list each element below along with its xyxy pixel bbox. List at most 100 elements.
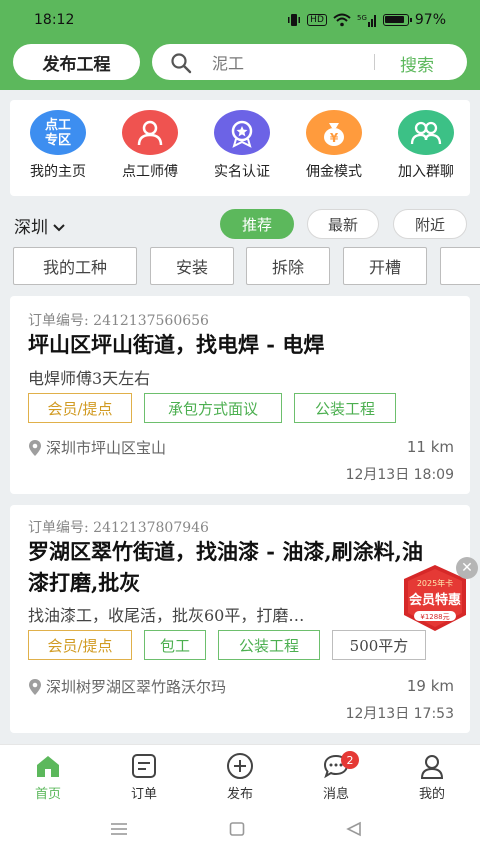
quick-link-label: 加入群聊 — [398, 164, 454, 180]
hd-label: HD — [307, 14, 327, 26]
order-location-text: 深圳市坪山区宝山 — [46, 439, 167, 457]
quick-link-label: 我的主页 — [30, 164, 86, 180]
tab-orders[interactable]: 订单 — [96, 753, 192, 802]
work-type-install[interactable]: 安装 — [150, 247, 234, 285]
work-type-my-trades[interactable]: 我的工种 — [13, 247, 137, 285]
sort-nearby-pill[interactable]: 附近 — [393, 209, 467, 239]
publish-project-button[interactable]: 发布工程 — [13, 44, 140, 80]
tab-label: 首页 — [34, 787, 61, 802]
quick-link-group-chat[interactable]: 加入群聊 — [378, 110, 474, 181]
work-type-grooving[interactable]: 开槽 — [343, 247, 427, 285]
bottom-tab-bar: 首页 订单 发布 消息 2 我的 — [0, 744, 480, 806]
search-input[interactable] — [212, 52, 362, 71]
work-type-label: 拆除 — [271, 258, 304, 277]
svg-text:¥: ¥ — [330, 131, 339, 145]
workers-icon — [122, 110, 178, 155]
order-location-text: 深圳树罗湖区翠竹路沃尔玛 — [46, 678, 227, 696]
order-number: 订单编号: 2412137807946 — [28, 520, 209, 536]
order-description: 找油漆工，收尾活，批灰60平，打磨… — [28, 606, 305, 625]
profile-icon — [420, 755, 444, 779]
order-description: 电焊师傅3天左右 — [28, 369, 151, 388]
city-label: 深圳 — [14, 218, 48, 238]
order-distance: 11 km — [406, 438, 454, 456]
order-tag: 承包方式面议 — [144, 393, 282, 423]
order-tag: 包工 — [144, 630, 206, 660]
order-icon — [132, 754, 156, 778]
work-type-more[interactable] — [440, 247, 480, 285]
svg-text:5G: 5G — [357, 14, 367, 22]
location-pin-icon — [29, 439, 41, 456]
battery-icon — [382, 14, 412, 26]
battery-percent: 97% — [414, 12, 446, 28]
order-distance: 19 km — [406, 677, 454, 695]
status-time: 18:12 — [34, 12, 75, 28]
work-type-row: 我的工种 安装 拆除 开槽 — [0, 247, 480, 287]
membership-promo-badge[interactable]: 2025年卡 会员特惠 ¥1288元 ✕ — [398, 557, 478, 633]
order-title: 罗湖区翠竹街道，找油漆 - 油漆,刷涂料,油漆打磨,批灰 — [28, 539, 423, 595]
home-nav-icon[interactable] — [229, 822, 245, 836]
dian-gong-zhuan-qu-badge-icon: 点工 专区 — [30, 110, 86, 155]
search-bar[interactable]: 搜索 — [152, 44, 467, 80]
home-icon — [37, 756, 59, 777]
location-pin-icon — [29, 678, 41, 695]
order-tag: 会员/提点 — [28, 393, 132, 423]
search-icon — [171, 53, 192, 74]
quick-link-my-homepage[interactable]: 点工 专区 我的主页 — [10, 110, 106, 181]
sort-label: 附近 — [414, 215, 445, 234]
promo-year: 2025年卡 — [416, 579, 454, 588]
order-title: 坪山区坪山街道，找电焊 - 电焊 — [28, 332, 325, 357]
signal-icon: 5G — [357, 14, 376, 27]
work-type-label: 我的工种 — [42, 258, 107, 277]
filter-row: 深圳 推荐 最新 附近 — [0, 205, 480, 241]
wifi-icon — [333, 13, 351, 27]
publish-plus-icon — [227, 753, 253, 779]
verified-badge-icon — [214, 110, 270, 155]
chevron-down-icon — [53, 224, 66, 232]
close-promo-button[interactable]: ✕ — [456, 557, 478, 579]
money-bag-icon: ¥ — [306, 110, 362, 155]
search-divider — [374, 54, 375, 70]
publish-project-label: 发布工程 — [42, 54, 111, 75]
quick-link-workers[interactable]: 点工师傅 — [102, 110, 198, 181]
quick-link-label: 点工师傅 — [122, 164, 178, 180]
quick-links-card: 点工 专区 我的主页 点工师傅 实名认证 ¥ 佣金模式 加入群聊 — [10, 100, 470, 196]
work-type-demolition[interactable]: 拆除 — [246, 247, 330, 285]
menu-nav-icon[interactable] — [110, 822, 128, 836]
order-tag: 公装工程 — [218, 630, 320, 660]
order-tag: 500平方 — [332, 630, 426, 660]
quick-link-verification[interactable]: 实名认证 — [194, 110, 290, 181]
quick-link-commission[interactable]: ¥ 佣金模式 — [286, 110, 382, 181]
group-chat-icon — [398, 110, 454, 155]
quick-link-label: 实名认证 — [214, 164, 270, 180]
status-icons: HD 5G 97% — [287, 12, 446, 28]
tab-label: 消息 — [322, 787, 349, 802]
tab-home[interactable]: 首页 — [0, 753, 96, 802]
order-number: 订单编号: 2412137560656 — [28, 313, 209, 329]
sort-latest-pill[interactable]: 最新 — [307, 209, 379, 239]
tab-label: 发布 — [226, 787, 253, 802]
city-selector[interactable]: 深圳 — [14, 213, 66, 238]
order-card[interactable]: 订单编号: 2412137560656 坪山区坪山街道，找电焊 - 电焊 电焊师… — [10, 296, 470, 494]
order-tag: 会员/提点 — [28, 630, 132, 660]
order-location: 深圳市坪山区宝山 — [28, 437, 166, 458]
promo-price: ¥1288元 — [420, 613, 450, 621]
back-nav-icon[interactable] — [346, 821, 362, 837]
tab-publish[interactable]: 发布 — [192, 753, 288, 802]
badge-text-top: 点工 — [44, 117, 71, 133]
search-button[interactable]: 搜索 — [400, 51, 434, 76]
order-datetime: 12月13日 17:53 — [345, 706, 454, 722]
status-bar: 18:12 HD 5G 97% — [0, 0, 480, 40]
system-nav-bar — [0, 806, 480, 853]
quick-link-label: 佣金模式 — [306, 164, 362, 180]
promo-title: 会员特惠 — [408, 593, 461, 608]
tab-label: 订单 — [130, 787, 157, 802]
order-location: 深圳树罗湖区翠竹路沃尔玛 — [28, 676, 226, 697]
work-type-label: 安装 — [175, 258, 208, 277]
tab-profile[interactable]: 我的 — [384, 753, 480, 802]
sort-label: 最新 — [327, 215, 358, 234]
unread-badge: 2 — [341, 751, 359, 769]
tab-messages[interactable]: 消息 2 — [288, 751, 384, 802]
vibrate-icon — [288, 14, 301, 26]
order-tag: 公装工程 — [294, 393, 396, 423]
sort-recommend-pill[interactable]: 推荐 — [220, 209, 294, 239]
